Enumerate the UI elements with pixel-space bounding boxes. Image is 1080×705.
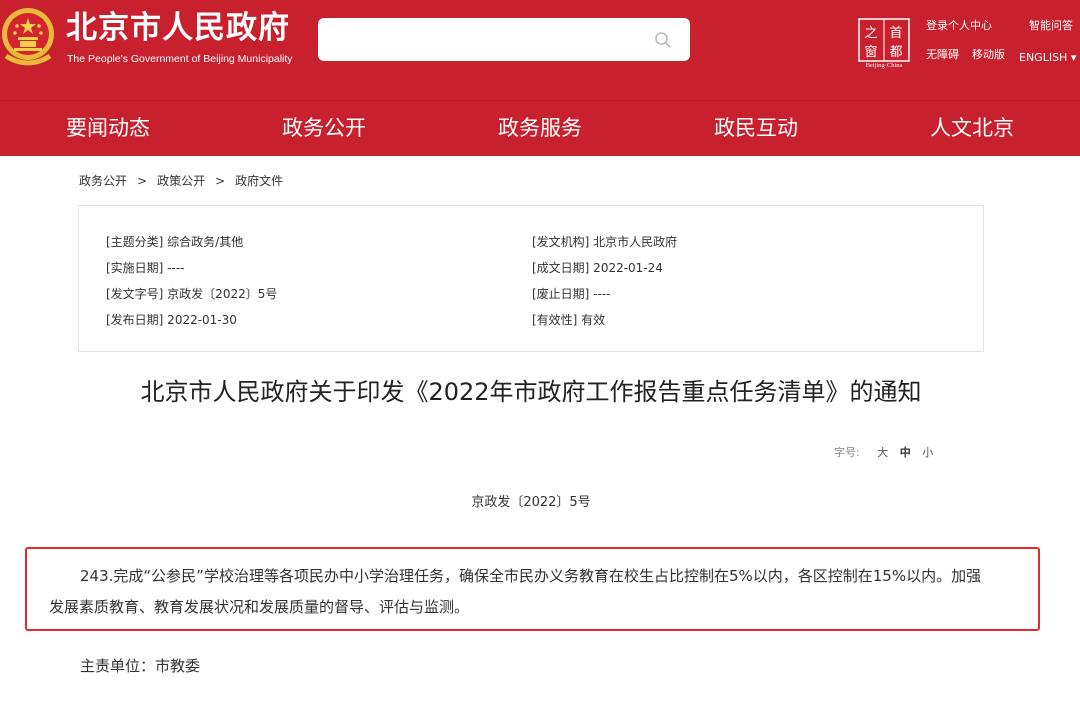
breadcrumb-item-disclosure[interactable]: 政务公开 [79,174,127,188]
site-subtitle: The People's Government of Beijing Munic… [67,53,293,65]
document-number: 京政发〔2022〕5号 [471,495,591,510]
mobile-version-link[interactable]: 移动版 [972,48,1005,62]
svg-text:窗: 窗 [864,44,877,60]
svg-text:之: 之 [864,26,877,41]
nav-item-government-services[interactable]: 政务服务 [432,101,648,156]
breadcrumb: 政务公开 > 政策公开 > 政府文件 [79,173,283,189]
nav-item-news[interactable]: 要闻动态 [0,101,216,156]
capital-logo-caption: Beijing·China [865,62,903,69]
national-emblem-icon [2,8,54,66]
main-nav: 要闻动态 政务公开 政务服务 政民互动 人文北京 [0,100,1080,156]
font-medium-button[interactable]: 中 [900,446,911,459]
search-input[interactable] [318,18,690,61]
font-size-label: 字号: [834,446,860,459]
meta-topic: [主题分类] 综合政务/其他 [106,235,244,249]
paragraph-line-2: 发展素质教育、教育发展状况和发展质量的督导、评估与监测。 [49,598,470,616]
document-metadata-panel: [主题分类] 综合政务/其他 [发文机构] 北京市人民政府 [实施日期] ---… [78,205,984,352]
meta-issuer: [发文机构] 北京市人民政府 [532,235,678,249]
smart-qa-link[interactable]: 智能问答 [1029,19,1073,33]
site-header: 北京市人民政府 The People's Government of Beiji… [0,0,1080,100]
font-small-button[interactable]: 小 [922,446,933,459]
meta-written-date: [成文日期] 2022-01-24 [532,261,663,275]
highlighted-paragraph: 243.完成“公参民”学校治理等各项民办中小学治理任务，确保全市民办义务教育在校… [25,547,1040,631]
english-language-link[interactable]: ENGLISH ▾ [1019,51,1076,65]
meta-effective-date: [实施日期] ---- [106,261,185,275]
meta-publish-date: [发布日期] 2022-01-30 [106,313,237,327]
nav-item-government-affairs-disclosure[interactable]: 政务公开 [216,101,432,156]
font-large-button[interactable]: 大 [877,446,888,459]
breadcrumb-item-documents[interactable]: 政府文件 [235,174,283,188]
accessibility-link[interactable]: 无障碍 [926,48,959,62]
document-title: 北京市人民政府关于印发《2022年市政府工作报告重点任务清单》的通知 [140,378,922,406]
nav-item-culture-beijing[interactable]: 人文北京 [864,101,1080,156]
search-icon[interactable] [654,31,672,49]
nav-item-public-interaction[interactable]: 政民互动 [648,101,864,156]
breadcrumb-item-policy[interactable]: 政策公开 [157,174,205,188]
meta-doc-number: [发文字号] 京政发〔2022〕5号 [106,287,278,301]
responsible-unit: 主责单位：市教委 [80,657,201,675]
svg-text:首: 首 [889,26,902,41]
paragraph-line-1: 243.完成“公参民”学校治理等各项民办中小学治理任务，确保全市民办义务教育在校… [80,567,982,585]
meta-expiry-date: [废止日期] ---- [532,287,611,301]
breadcrumb-separator: > [137,174,148,188]
site-title[interactable]: 北京市人民政府 [66,8,290,48]
font-size-control: 字号: 大 中 小 [834,445,933,461]
breadcrumb-separator: > [215,174,226,188]
svg-text:都: 都 [889,45,902,60]
meta-validity: [有效性] 有效 [532,313,606,327]
login-link[interactable]: 登录个人中心 [926,19,992,33]
